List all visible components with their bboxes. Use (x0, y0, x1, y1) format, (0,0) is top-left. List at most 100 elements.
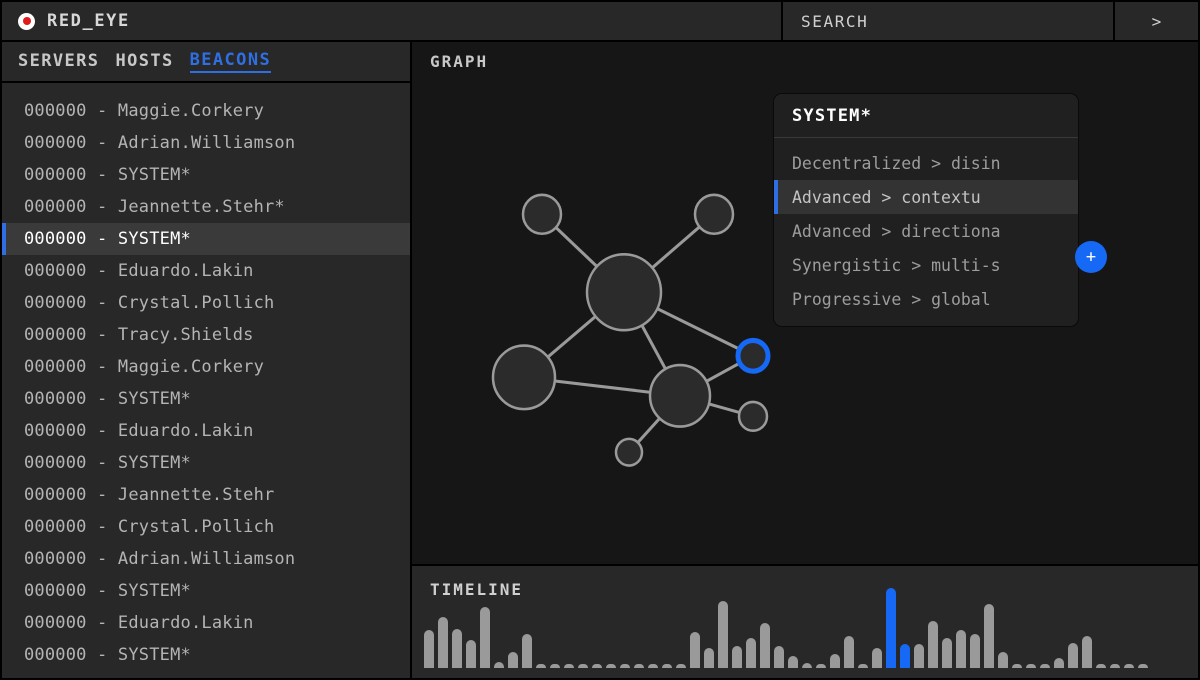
timeline-bar[interactable] (718, 600, 728, 668)
timeline-bar[interactable] (872, 648, 882, 668)
detail-popup[interactable]: SYSTEM* Decentralized > disin Advanced > … (774, 94, 1078, 326)
beacon-row[interactable]: 000000 - SYSTEM* (2, 447, 410, 479)
beacon-row[interactable]: 000000 - Eduardo.Lakin (2, 607, 410, 639)
timeline-bar[interactable] (690, 632, 700, 668)
timeline-bar[interactable] (1040, 664, 1050, 668)
beacon-list[interactable]: 000000 - Maggie.Corkery 000000 - Adrian.W… (2, 83, 410, 678)
timeline-bar[interactable] (452, 628, 462, 668)
graph-node[interactable] (693, 193, 735, 236)
popup-list-item[interactable]: Advanced > directiona (774, 214, 1078, 248)
timeline-bar[interactable] (774, 646, 784, 668)
popup-list-item[interactable]: Advanced > contextu (774, 180, 1078, 214)
beacon-row[interactable]: 000000 - Jeannette.Stehr (2, 479, 410, 511)
timeline-bar[interactable] (480, 606, 490, 668)
beacon-row[interactable]: 000000 - Crystal.Pollich (2, 511, 410, 543)
beacon-row[interactable]: 000000 - Eduardo.Lakin (2, 415, 410, 447)
timeline-bar[interactable] (578, 664, 588, 668)
timeline-bar[interactable] (494, 662, 504, 668)
beacon-row[interactable]: 000000 - Maggie.Corkery (2, 351, 410, 383)
timeline-bar[interactable] (1068, 643, 1078, 668)
graph-node[interactable] (521, 193, 563, 236)
timeline-bar[interactable] (732, 646, 742, 668)
timeline-bar[interactable] (634, 664, 644, 668)
timeline-bar[interactable] (1124, 664, 1134, 668)
beacon-row[interactable]: 000000 - SYSTEM* (2, 575, 410, 607)
timeline-bar[interactable] (424, 630, 434, 668)
timeline-bar[interactable] (928, 620, 938, 668)
timeline-bar[interactable] (1012, 664, 1022, 668)
search-box[interactable] (783, 2, 1113, 40)
timeline-bar[interactable] (522, 634, 532, 668)
timeline-bar[interactable] (830, 654, 840, 668)
beacon-row[interactable]: 000000 - SYSTEM* (2, 383, 410, 415)
search-input[interactable] (801, 11, 1113, 31)
timeline-bar[interactable] (844, 636, 854, 668)
timeline-bar[interactable] (1096, 664, 1106, 668)
graph-node[interactable] (737, 400, 769, 432)
timeline-bar-selected[interactable] (886, 588, 896, 668)
tab-beacons[interactable]: BEACONS (189, 50, 272, 73)
timeline-bar[interactable] (1054, 658, 1064, 668)
beacon-row[interactable]: 000000 - Adrian.Williamson (2, 127, 410, 159)
timeline-bar[interactable] (858, 664, 868, 668)
timeline-bar[interactable] (662, 664, 672, 668)
timeline-bar[interactable] (956, 630, 966, 668)
timeline-bar[interactable] (438, 616, 448, 668)
timeline-bar[interactable] (704, 648, 714, 668)
timeline-bar[interactable] (620, 664, 630, 668)
timeline-bar[interactable] (508, 652, 518, 668)
timeline-bar[interactable] (466, 640, 476, 668)
graph-node[interactable] (614, 437, 644, 467)
timeline-bar[interactable] (648, 664, 658, 668)
popup-list[interactable]: Decentralized > disin Advanced > contextu… (774, 138, 1078, 326)
search-submit-button[interactable]: > (1115, 2, 1198, 40)
timeline-bar[interactable] (760, 622, 770, 668)
timeline-bars[interactable] (424, 588, 1194, 668)
timeline-bar[interactable] (998, 652, 1008, 668)
timeline-bar[interactable] (606, 664, 616, 668)
timeline-bar[interactable] (676, 664, 686, 668)
timeline-bar[interactable] (564, 664, 574, 668)
timeline-bar[interactable] (802, 663, 812, 668)
graph-node[interactable] (648, 363, 712, 428)
tab-servers[interactable]: SERVERS (18, 51, 99, 72)
timeline-bar[interactable] (536, 664, 546, 668)
timeline-bar[interactable] (984, 603, 994, 668)
beacon-row[interactable]: 000000 - Tracy.Shields (2, 319, 410, 351)
right-column: GRAPH SYSTEM* Decentralized > disin Advan… (412, 42, 1198, 678)
app-root: RED_EYE > SERVERS HOSTS BEACONS 000000 - M… (0, 0, 1200, 680)
timeline-bar[interactable] (550, 664, 560, 668)
graph-node-selected[interactable] (735, 337, 771, 374)
top-bar: RED_EYE > (0, 0, 1200, 40)
add-button[interactable]: + (1075, 241, 1107, 273)
beacon-row[interactable]: 000000 - SYSTEM* (2, 223, 410, 255)
timeline-bar[interactable] (816, 664, 826, 668)
graph-panel[interactable]: GRAPH SYSTEM* Decentralized > disin Advan… (412, 42, 1198, 564)
beacon-row[interactable]: 000000 - SYSTEM* (2, 639, 410, 671)
graph-node[interactable] (491, 344, 557, 411)
beacon-row[interactable]: 000000 - Adrian.Williamson (2, 543, 410, 575)
timeline-bar[interactable] (1026, 664, 1036, 668)
timeline-bar[interactable] (592, 664, 602, 668)
popup-list-item[interactable]: Progressive > global (774, 282, 1078, 316)
timeline-bar[interactable] (788, 656, 798, 668)
timeline-bar[interactable] (970, 634, 980, 668)
popup-list-item[interactable]: Decentralized > disin (774, 146, 1078, 180)
tab-hosts[interactable]: HOSTS (115, 51, 173, 72)
graph-node[interactable] (585, 253, 663, 332)
brand-bar: RED_EYE (2, 2, 781, 40)
timeline-bar[interactable] (1138, 664, 1148, 668)
beacon-row[interactable]: 000000 - SYSTEM* (2, 159, 410, 191)
timeline-bar[interactable] (942, 638, 952, 668)
timeline-bar[interactable] (914, 644, 924, 668)
sidebar: SERVERS HOSTS BEACONS 000000 - Maggie.Cork… (2, 42, 410, 678)
timeline-bar[interactable] (1082, 636, 1092, 668)
beacon-row[interactable]: 000000 - Crystal.Pollich (2, 287, 410, 319)
timeline-bar[interactable] (746, 638, 756, 668)
beacon-row[interactable]: 000000 - Jeannette.Stehr* (2, 191, 410, 223)
beacon-row[interactable]: 000000 - Maggie.Corkery (2, 95, 410, 127)
popup-list-item[interactable]: Synergistic > multi-s (774, 248, 1078, 282)
beacon-row[interactable]: 000000 - Eduardo.Lakin (2, 255, 410, 287)
timeline-bar-selected[interactable] (900, 644, 910, 668)
timeline-bar[interactable] (1110, 664, 1120, 668)
